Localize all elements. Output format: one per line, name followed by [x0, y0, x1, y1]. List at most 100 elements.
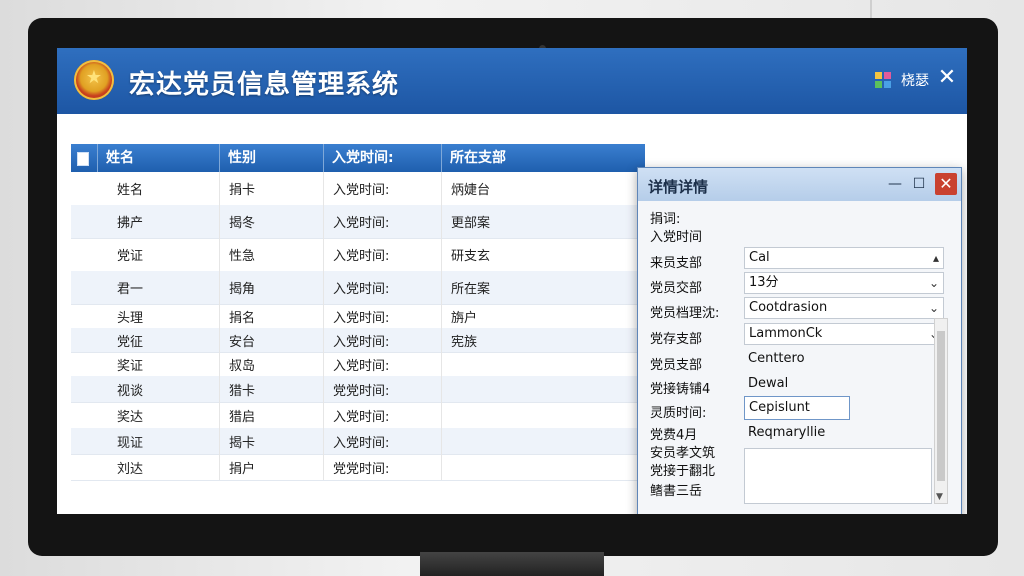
table-cell: 性急 [219, 238, 323, 271]
value-remark: Reqmaryllie [748, 425, 826, 440]
field-value: Cal [749, 250, 770, 265]
chevron-down-icon: ⌄ [928, 276, 939, 290]
dialog-minimize-button[interactable]: — [884, 174, 906, 194]
table-row[interactable]: 拂产 揭冬 入党时间: 更部案 [71, 205, 645, 239]
field-value: 13分 [749, 275, 779, 290]
table-cell: 入党时间: [323, 205, 441, 238]
scrollbar-thumb[interactable] [937, 331, 945, 481]
table-row[interactable]: 君一 揭角 入党时间: 所在案 [71, 271, 645, 305]
column-header-gender[interactable]: 性别 [219, 144, 323, 172]
table-cell: 姓名 [117, 183, 144, 198]
column-header-join-date[interactable]: 入党时间: [323, 144, 441, 172]
table-row[interactable]: 党征 安台 入党时间: 宪族 [71, 328, 645, 353]
dialog-field-label: 党员交部 [650, 281, 703, 296]
table-cell: 党党时间: [323, 376, 441, 402]
table-cell: 更部案 [441, 205, 645, 238]
dialog-field-label: 党费4月 [650, 428, 698, 443]
dialog-maximize-button[interactable]: ☐ [908, 174, 930, 194]
field-branch-2-select[interactable]: 13分 ⌄ [744, 272, 944, 294]
table-row[interactable]: 奖达 猎启 入党时间: [71, 402, 645, 429]
table-cell: 君一 [117, 282, 144, 297]
table-cell [441, 454, 645, 480]
user-icon[interactable] [873, 70, 893, 90]
table-cell: 入党时间: [323, 271, 441, 304]
table-row[interactable]: 视谈 猎卡 党党时间: [71, 376, 645, 403]
dialog-field-label: 灵质时间: [650, 406, 707, 421]
dialog-field-label: 鳍書三岳 [650, 484, 703, 499]
notes-textarea[interactable] [744, 448, 932, 504]
table-row[interactable]: 姓名 捐卡 入党时间: 炳婕台 [71, 172, 645, 206]
table-cell: 研支玄 [441, 238, 645, 271]
table-cell: 党证 [117, 249, 144, 264]
party-emblem-icon: ★ [74, 60, 114, 100]
table-cell [441, 402, 645, 428]
dialog-scrollbar[interactable]: ▼ [934, 318, 948, 504]
field-value: LammonCk [749, 326, 823, 341]
table-cell: 入党时间: [323, 172, 441, 205]
screen: ★ 宏达党员信息管理系统 桡瑟 ✕ 姓名 性别 入党时间: 所在支部 姓名 捐卡入… [57, 48, 967, 514]
field-manager-select[interactable]: Cootdrasion ⌄ [744, 297, 944, 319]
table-cell [441, 428, 645, 454]
dialog-field-label: 党员档理沈: [650, 306, 720, 321]
table-cell: 旃户 [441, 304, 645, 328]
table-cell [441, 376, 645, 402]
table-cell: 安台 [219, 328, 323, 352]
table-cell [441, 352, 645, 376]
app-titlebar: ★ 宏达党员信息管理系统 桡瑟 ✕ [57, 48, 967, 114]
select-all-checkbox[interactable] [71, 144, 97, 172]
table-cell: 炳婕台 [441, 172, 645, 205]
dialog-title: 详情详情 [648, 178, 709, 196]
table-cell: 拂产 [117, 216, 144, 231]
app-close-button[interactable]: ✕ [935, 66, 959, 90]
chevron-down-icon: ⌄ [928, 301, 939, 315]
table-cell: 揭角 [219, 271, 323, 304]
table-cell: 党党时间: [323, 454, 441, 480]
monitor-stand [420, 552, 604, 576]
table-cell: 头理 [117, 310, 144, 326]
table-cell: 所在案 [441, 271, 645, 304]
dialog-field-label: 党员支部 [650, 358, 703, 373]
table-cell: 入党时间: [323, 428, 441, 454]
main-content: 姓名 性别 入党时间: 所在支部 姓名 捐卡 入党时间: 炳婕台 拂产 揭冬 入党时间: 更部… [57, 114, 967, 514]
column-header-branch[interactable]: 所在支部 [441, 144, 645, 172]
table-cell: 宪族 [441, 328, 645, 352]
table-cell: 党征 [117, 334, 144, 350]
column-header-name[interactable]: 姓名 [97, 144, 219, 172]
table-cell: 奖证 [117, 358, 144, 374]
field-value: Cootdrasion [749, 300, 828, 315]
table-cell: 入党时间: [323, 328, 441, 352]
table-row[interactable]: 奖证 叔岛 入党时间: [71, 352, 645, 377]
dialog-titlebar: 详情详情 — ☐ ✕ [638, 168, 961, 201]
chevron-icon: ▴ [932, 251, 939, 265]
dialog-header-label: 入党时间 [650, 230, 703, 245]
table-cell: 奖达 [117, 409, 144, 425]
dialog-close-button[interactable]: ✕ [935, 173, 957, 195]
field-time-input[interactable]: Cepislunt [744, 396, 850, 420]
dialog-field-label: 党接铸铺4 [650, 382, 711, 397]
field-branch-3-select[interactable]: LammonCk ⌄ [744, 323, 944, 345]
table-cell: 猎卡 [219, 376, 323, 402]
table-cell: 视谈 [117, 383, 144, 399]
table-cell: 捐户 [219, 454, 323, 480]
table-cell: 揭卡 [219, 428, 323, 454]
table-cell: 揭冬 [219, 205, 323, 238]
dialog-field-label: 安员孝文筑 [650, 446, 716, 461]
table-cell: 捐名 [219, 304, 323, 328]
table-row[interactable]: 刘达 捐户 党党时间: [71, 454, 645, 481]
scroll-down-icon[interactable]: ▼ [936, 492, 943, 502]
table-row[interactable]: 党证 性急 入党时间: 研支玄 [71, 238, 645, 272]
value-branch: Centtero [748, 351, 805, 366]
table-row[interactable]: 现证 揭卡 入党时间: [71, 428, 645, 455]
user-label[interactable]: 桡瑟 [901, 70, 929, 90]
table-cell: 入党时间: [323, 304, 441, 328]
table-row[interactable]: 头理 捐名 入党时间: 旃户 [71, 304, 645, 329]
table-cell: 入党时间: [323, 238, 441, 271]
table-cell: 猎启 [219, 402, 323, 428]
dialog-field-label: 党接于翻北 [650, 464, 716, 479]
table-cell: 入党时间: [323, 352, 441, 376]
dialog-field-label: 来员支部 [650, 256, 703, 271]
table-header: 姓名 性别 入党时间: 所在支部 [71, 144, 645, 172]
table-cell: 叔岛 [219, 352, 323, 376]
field-branch-1[interactable]: Cal ▴ [744, 247, 944, 269]
table-cell: 刘达 [117, 461, 144, 477]
